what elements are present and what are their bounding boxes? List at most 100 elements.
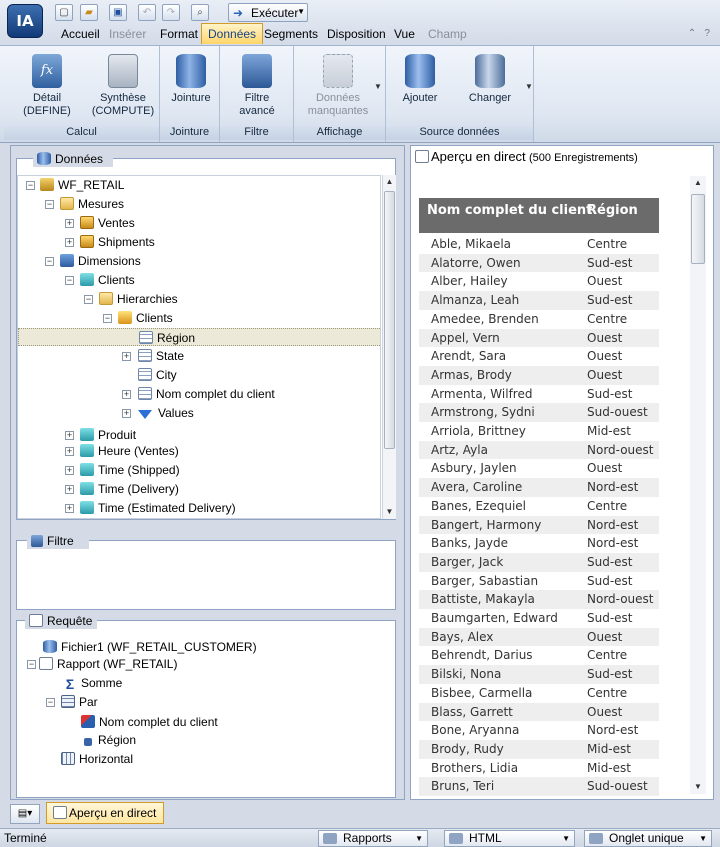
chevron-down-icon[interactable]: ▼ xyxy=(374,82,382,91)
expand-toggle[interactable]: + xyxy=(122,352,131,361)
tab-champ[interactable]: Champ xyxy=(426,24,469,44)
tab-inserer[interactable]: Insérer xyxy=(107,24,148,44)
table-row[interactable]: Armenta, Wilfred Sud-est xyxy=(419,385,659,404)
table-row[interactable]: Amedee, Brenden Centre xyxy=(419,310,659,329)
preview-scrollbar[interactable]: ▲ ▼ xyxy=(690,176,706,794)
chevron-down-icon[interactable]: ▼ xyxy=(525,82,533,91)
filter-panel[interactable]: Filtre xyxy=(16,533,396,610)
collapse-toggle[interactable]: − xyxy=(45,200,54,209)
print-preview-icon[interactable]: ⌕ xyxy=(191,4,209,21)
tab-disposition[interactable]: Disposition xyxy=(325,24,388,44)
table-row[interactable]: Armstrong, Sydni Sud-ouest xyxy=(419,403,659,422)
request-file[interactable]: Fichier1 (WF_RETAIL_CUSTOMER) xyxy=(43,638,257,656)
view-switcher-button[interactable]: ▤▾ xyxy=(10,804,40,824)
scroll-thumb[interactable] xyxy=(691,194,705,264)
request-rapport[interactable]: Rapport (WF_RETAIL) xyxy=(39,655,177,673)
expand-toggle[interactable]: + xyxy=(65,238,74,247)
tree-node-time-shipped[interactable]: Time (Shipped) xyxy=(80,461,180,479)
tab-apercu-en-direct[interactable]: Aperçu en direct xyxy=(46,802,164,824)
scroll-thumb[interactable] xyxy=(384,191,395,449)
tree-node-mesures[interactable]: Mesures xyxy=(60,195,124,213)
redo-icon[interactable]: ↷ xyxy=(162,4,180,21)
scroll-up-icon[interactable]: ▲ xyxy=(383,175,396,189)
donnees-manquantes-button[interactable]: Données manquantes xyxy=(302,54,374,118)
data-tree-scrollbar[interactable]: ▲ ▼ xyxy=(382,175,396,519)
scroll-down-icon[interactable]: ▼ xyxy=(690,780,706,794)
tree-node-nom-complet[interactable]: Nom complet du client xyxy=(138,385,275,403)
detail-define-button[interactable]: fx Détail (DEFINE) xyxy=(12,54,82,118)
collapse-toggle[interactable]: − xyxy=(45,257,54,266)
expand-toggle[interactable]: + xyxy=(65,485,74,494)
collapse-toggle[interactable]: − xyxy=(46,698,55,707)
tab-segments[interactable]: Segments xyxy=(262,24,320,44)
tree-node-region-selected[interactable]: Région xyxy=(18,328,380,346)
rapports-dropdown[interactable]: Rapports ▼ xyxy=(318,830,428,847)
tab-donnees[interactable]: Données xyxy=(201,23,264,44)
request-somme[interactable]: Σ Somme xyxy=(63,674,123,692)
table-row[interactable]: Banes, Ezequiel Centre xyxy=(419,497,659,516)
tab-vue[interactable]: Vue xyxy=(392,24,417,44)
undo-icon[interactable]: ↶ xyxy=(138,4,156,21)
request-region[interactable]: Région xyxy=(81,731,136,749)
collapse-toggle[interactable]: − xyxy=(26,181,35,190)
table-row[interactable]: Baumgarten, Edward Sud-est xyxy=(419,609,659,628)
synthese-compute-button[interactable]: Synthèse (COMPUTE) xyxy=(86,54,160,118)
table-row[interactable]: Blass, Garrett Ouest xyxy=(419,702,659,722)
tree-node-values[interactable]: Values xyxy=(138,404,194,422)
tab-accueil[interactable]: Accueil xyxy=(59,24,102,44)
tree-node-ventes[interactable]: Ventes xyxy=(80,214,135,232)
collapse-toggle[interactable]: − xyxy=(65,276,74,285)
jointure-button[interactable]: Jointure xyxy=(164,54,218,105)
table-row[interactable]: Bisbee, Carmella Centre xyxy=(419,684,659,703)
tree-node-heure-ventes[interactable]: Heure (Ventes) xyxy=(80,442,179,460)
tree-node-clients-hierarchy[interactable]: Clients xyxy=(118,309,173,327)
request-nom-complet[interactable]: Nom complet du client xyxy=(81,713,218,731)
new-icon[interactable]: ▢ xyxy=(55,4,73,21)
expand-toggle[interactable]: + xyxy=(122,390,131,399)
table-row[interactable]: Armas, Brody Ouest xyxy=(419,365,659,385)
request-par[interactable]: Par xyxy=(61,693,98,711)
table-row[interactable]: Artz, Ayla Nord-ouest xyxy=(419,440,659,460)
table-row[interactable]: Behrendt, Darius Centre xyxy=(419,646,659,665)
table-row[interactable]: Bilski, Nona Sud-est xyxy=(419,665,659,684)
table-row[interactable]: Banks, Jayde Nord-est xyxy=(419,534,659,553)
format-dropdown[interactable]: HTML ▼ xyxy=(444,830,575,847)
tree-node-clients[interactable]: Clients xyxy=(80,271,135,289)
table-row[interactable]: Avera, Caroline Nord-est xyxy=(419,478,659,497)
open-icon[interactable]: ▰ xyxy=(80,4,98,21)
table-row[interactable]: Barger, Jack Sud-est xyxy=(419,552,659,572)
table-row[interactable]: Bangert, Harmony Nord-est xyxy=(419,515,659,535)
table-row[interactable]: Battiste, Makayla Nord-ouest xyxy=(419,590,659,609)
table-row[interactable]: Bruns, Teri Sud-ouest xyxy=(419,777,659,796)
collapse-toggle[interactable]: − xyxy=(84,295,93,304)
run-button[interactable]: ➜ Exécuter ▼ xyxy=(228,3,308,22)
scroll-up-icon[interactable]: ▲ xyxy=(690,176,706,190)
scroll-down-icon[interactable]: ▼ xyxy=(383,505,396,519)
tab-format[interactable]: Format xyxy=(158,24,200,44)
tree-node-city[interactable]: City xyxy=(138,366,177,384)
onglet-dropdown[interactable]: Onglet unique ▼ xyxy=(584,830,712,847)
table-row[interactable]: Able, Mikaela Centre xyxy=(419,235,659,254)
tree-node-dimensions[interactable]: Dimensions xyxy=(60,252,141,270)
collapse-toggle[interactable]: − xyxy=(103,314,112,323)
table-row[interactable]: Alatorre, Owen Sud-est xyxy=(419,253,659,273)
request-horizontal[interactable]: Horizontal xyxy=(61,750,133,768)
tree-node-time-estimated[interactable]: Time (Estimated Delivery) xyxy=(80,499,236,517)
table-row[interactable]: Arriola, Brittney Mid-est xyxy=(419,422,659,441)
table-row[interactable]: Brothers, Lidia Mid-est xyxy=(419,759,659,778)
changer-button[interactable]: Changer xyxy=(462,54,518,105)
ribbon-controls[interactable]: ⌃ ? xyxy=(688,28,710,39)
save-icon[interactable]: ▣ xyxy=(109,4,127,21)
app-logo-button[interactable]: IA xyxy=(7,4,43,38)
tree-node-state[interactable]: State xyxy=(138,347,184,365)
tree-node-shipments[interactable]: Shipments xyxy=(80,233,155,251)
chevron-down-icon[interactable]: ▼ xyxy=(297,7,305,16)
table-row[interactable]: Arendt, Sara Ouest xyxy=(419,347,659,366)
tree-node-time-delivery[interactable]: Time (Delivery) xyxy=(80,480,179,498)
table-row[interactable]: Appel, Vern Ouest xyxy=(419,328,659,348)
table-row[interactable]: Bone, Aryanna Nord-est xyxy=(419,721,659,740)
expand-toggle[interactable]: + xyxy=(65,466,74,475)
collapse-toggle[interactable]: − xyxy=(27,660,36,669)
expand-toggle[interactable]: + xyxy=(65,504,74,513)
tree-node-hierarchies[interactable]: Hierarchies xyxy=(99,290,178,308)
